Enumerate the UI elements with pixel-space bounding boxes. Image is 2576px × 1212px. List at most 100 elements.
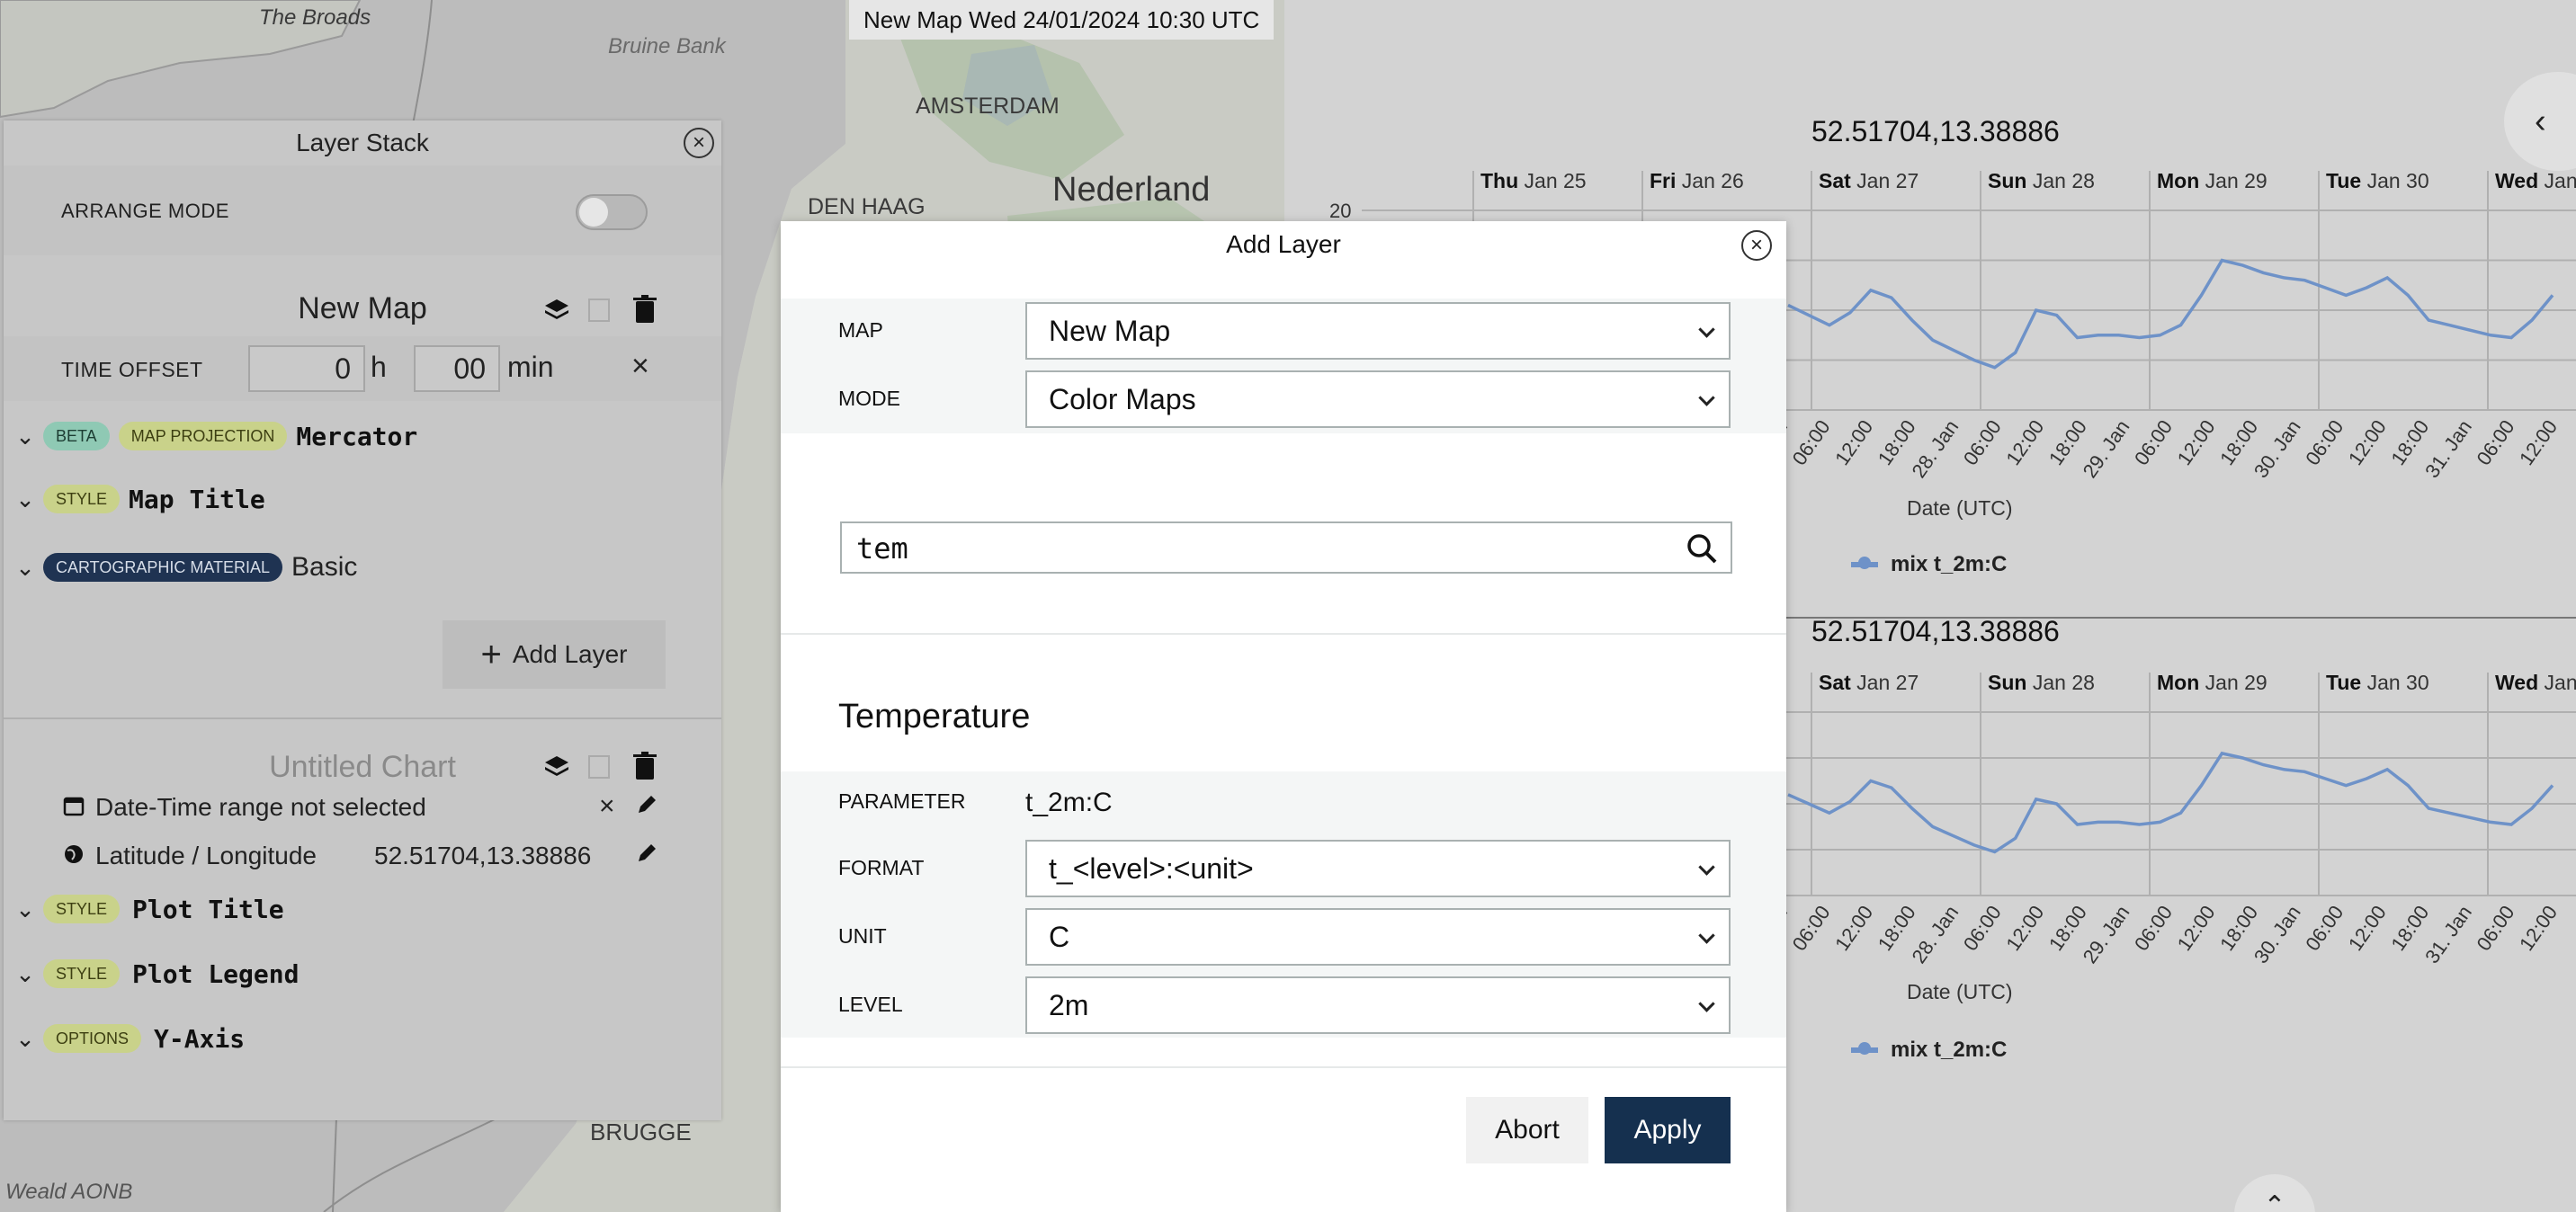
layer-stack-title: Layer Stack (296, 129, 429, 156)
search-icon (1687, 534, 1717, 564)
map-label: MAP (838, 318, 883, 342)
chart-x-tick: 06:00 (2472, 902, 2518, 955)
close-icon: × (1749, 233, 1763, 257)
offset-minutes-input[interactable]: 00 (414, 345, 500, 392)
close-icon: × (692, 130, 705, 155)
chevron-down-icon[interactable]: ⌄ (7, 960, 43, 988)
chevron-up-icon: ⌃ (2263, 1191, 2286, 1212)
map-label-broads: The Broads (259, 5, 371, 30)
level-select[interactable]: 2m (1025, 976, 1731, 1034)
level-label: LEVEL (838, 993, 903, 1016)
parameter-label: PARAMETER (838, 789, 966, 813)
chart-layer-row[interactable]: ⌄ STYLE Plot Legend (4, 951, 725, 996)
clear-date-button[interactable]: × (599, 791, 615, 822)
chart-name: Untitled Chart (269, 750, 456, 784)
pencil-icon (639, 796, 656, 813)
layer-badge: STYLE (43, 895, 121, 923)
offset-hours-input[interactable]: 0 (248, 345, 365, 392)
unit-select[interactable]: C (1025, 908, 1731, 966)
apply-button[interactable]: Apply (1605, 1097, 1731, 1163)
add-layer-label: Add Layer (512, 640, 628, 668)
chart-x-tick: 12:00 (2515, 902, 2562, 955)
map-name: New Map (298, 291, 427, 325)
map-time-banner: New Map Wed 24/01/2024 10:30 UTC (849, 0, 1275, 40)
visibility-checkbox[interactable] (588, 299, 610, 322)
search-input[interactable] (842, 523, 1668, 574)
chevron-down-icon[interactable]: ⌄ (7, 554, 43, 582)
trash-icon[interactable] (633, 752, 657, 785)
plus-icon: + (480, 634, 502, 674)
close-icon: × (631, 349, 649, 383)
chevron-down-icon[interactable]: ⌄ (7, 896, 43, 923)
visibility-checkbox[interactable] (588, 755, 610, 779)
map-label-bank: Bruine Bank (608, 34, 726, 58)
layer-badge: MAP PROJECTION (118, 422, 288, 450)
arrange-mode-row: ARRANGE MODE (4, 165, 721, 255)
chevron-down-icon[interactable]: ⌄ (7, 423, 43, 450)
latlon-label: Latitude / Longitude (95, 842, 317, 869)
edit-location-button[interactable] (635, 842, 658, 869)
format-select[interactable]: t_<level>:<unit> (1025, 840, 1731, 897)
layer-stack-close-button[interactable]: × (684, 128, 714, 158)
mode-label: MODE (838, 387, 900, 410)
chart-layer-row[interactable]: ⌄ OPTIONS Y-Axis (4, 1016, 725, 1061)
chevron-down-icon[interactable]: ⌄ (7, 1025, 43, 1053)
chart-x-tick: 06:00 (1788, 902, 1835, 955)
layer-badge: STYLE (43, 485, 121, 513)
chart-x-tick: 12:00 (2173, 902, 2220, 955)
chart-x-tick: 12:00 (2001, 902, 2048, 955)
dialog-title: Add Layer (1226, 230, 1341, 258)
mode-select[interactable]: Color Maps (1025, 370, 1731, 428)
layer-name: Mercator (296, 421, 418, 451)
layer-name: Y-Axis (154, 1023, 246, 1054)
section-title: Temperature (838, 698, 1031, 735)
chart-series-line (1787, 751, 2554, 854)
arrange-mode-label: ARRANGE MODE (61, 200, 229, 222)
trash-icon[interactable] (633, 295, 657, 328)
add-layer-dialog: Add Layer × MAP New Map MODE Color Maps … (781, 221, 1786, 1212)
dialog-close-button[interactable]: × (1741, 230, 1772, 261)
close-icon: × (599, 791, 615, 821)
pencil-icon (639, 844, 656, 861)
time-offset-label: TIME OFFSET (61, 358, 203, 381)
chart-x-tick: 06:00 (1959, 902, 2006, 955)
layer-name: Plot Title (132, 894, 284, 924)
time-offset-row: TIME OFFSET 0 h 00 min × (4, 336, 721, 401)
chevron-down-icon[interactable]: ⌄ (7, 486, 43, 513)
layer-badge: OPTIONS (43, 1024, 142, 1053)
hours-unit: h (371, 351, 387, 383)
layer-name: Plot Legend (132, 958, 300, 989)
chart-x-tick: 06:00 (2301, 902, 2348, 955)
globe-icon (63, 843, 85, 869)
edit-date-button[interactable] (635, 793, 658, 821)
map-label-nederland: Nederland (1052, 171, 1211, 209)
arrange-mode-toggle[interactable] (576, 194, 648, 230)
format-label: FORMAT (838, 856, 925, 879)
clear-offset-button[interactable]: × (631, 349, 649, 384)
map-label-amsterdam: AMSTERDAM (916, 94, 1060, 119)
chart-x-tick: 12:00 (1830, 902, 1877, 955)
map-layer-row[interactable]: ⌄ STYLE Map Title (4, 477, 725, 521)
map-layer-row[interactable]: ⌄ CARTOGRAPHIC MATERIAL Basic (4, 545, 725, 590)
add-layer-button[interactable]: + Add Layer (443, 620, 666, 689)
section-divider (4, 717, 721, 719)
chart-x-tick: 06:00 (2130, 902, 2177, 955)
layer-badge: STYLE (43, 959, 121, 988)
map-select[interactable]: New Map (1025, 302, 1731, 360)
layers-icon[interactable] (543, 753, 570, 785)
map-layer-row[interactable]: ⌄ BETA MAP PROJECTION Mercator (4, 414, 725, 459)
abort-button[interactable]: Abort (1466, 1097, 1588, 1163)
map-label-weald: Weald AONB (5, 1180, 133, 1204)
layer-name: Basic (291, 552, 358, 582)
layer-badge: CARTOGRAPHIC MATERIAL (43, 553, 283, 582)
layers-icon[interactable] (543, 297, 570, 328)
date-range-text: Date-Time range not selected (95, 793, 426, 821)
chart-layer-row[interactable]: ⌄ STYLE Plot Title (4, 887, 725, 931)
map-label-brugge: BRUGGE (590, 1118, 692, 1145)
map-label-denhaag: DEN HAAG (808, 194, 926, 219)
chart-x-tick: 12:00 (2344, 902, 2391, 955)
calendar-icon (63, 795, 85, 821)
layer-stack-panel: Layer Stack × ARRANGE MODE New Map TIME … (4, 120, 721, 1120)
minutes-unit: min (507, 351, 554, 383)
search-field[interactable] (840, 521, 1732, 574)
